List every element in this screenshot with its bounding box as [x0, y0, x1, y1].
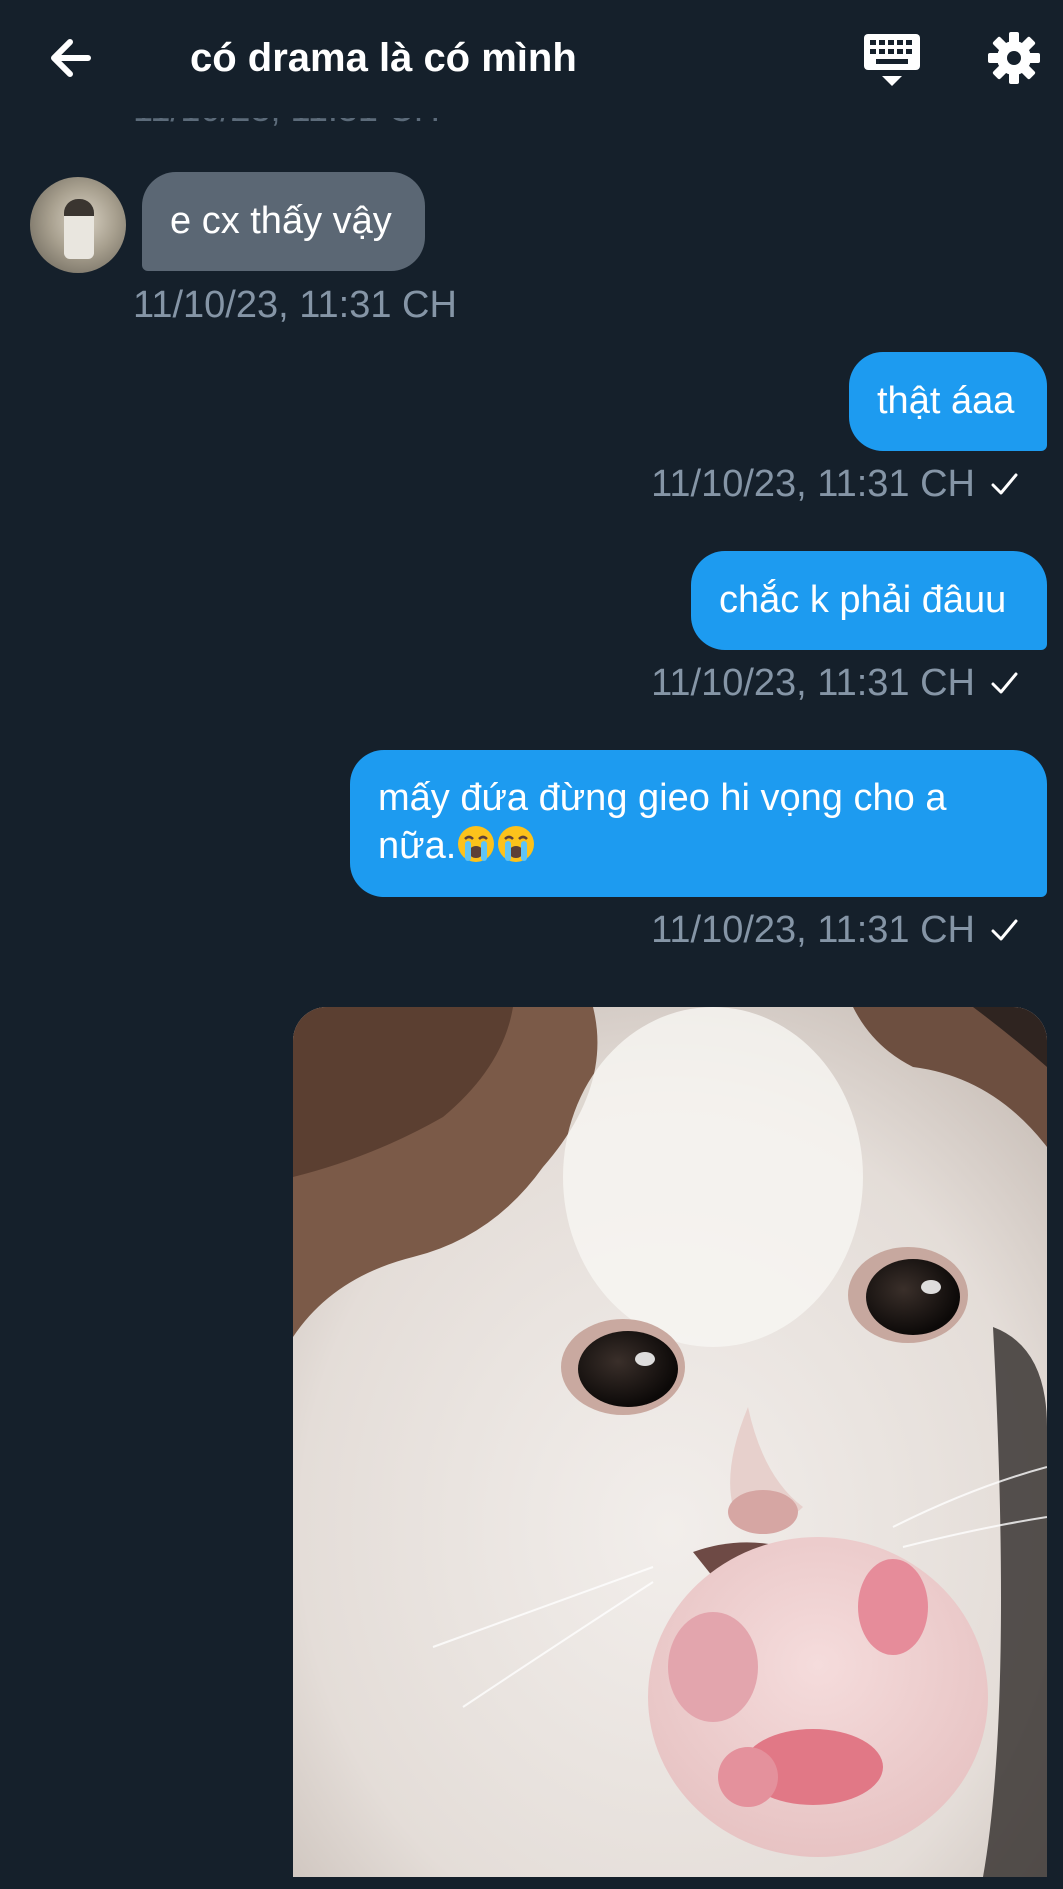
- checkmark-icon: [991, 473, 1018, 495]
- message-text-line: nữa.: [378, 822, 1019, 870]
- message-timestamp: 11/10/23, 11:31 CH: [651, 662, 975, 704]
- gear-icon: [988, 32, 1040, 84]
- keyboard-button[interactable]: [860, 30, 924, 90]
- settings-button[interactable]: [986, 30, 1042, 86]
- loudly-crying-face-icon: [458, 826, 495, 862]
- checkmark-icon: [991, 919, 1018, 941]
- conversation-title: có drama là có mình: [190, 36, 577, 80]
- keyboard-icon: [864, 34, 920, 86]
- outgoing-message-bubble[interactable]: chắc k phải đâuu: [691, 551, 1047, 650]
- message-text: e cx thấy vậy: [170, 200, 392, 242]
- loudly-crying-face-icon: [498, 826, 535, 862]
- message-meta: 11/10/23, 11:31 CH: [651, 462, 1019, 506]
- outgoing-message-bubble[interactable]: mấy đứa đừng gieo hi vọng cho a nữa.: [350, 750, 1047, 897]
- outgoing-message-bubble[interactable]: thật áaa: [849, 352, 1047, 451]
- incoming-message-bubble[interactable]: e cx thấy vậy: [142, 172, 425, 271]
- message-meta: 11/10/23, 11:31 CH: [651, 908, 1019, 952]
- message-timestamp: 11/10/23, 11:31 CH: [651, 909, 975, 951]
- message-timestamp: 11/10/23, 11:31 CH: [651, 463, 975, 505]
- checkmark-icon: [991, 672, 1018, 694]
- crying-cat-meme: [293, 1007, 1047, 1877]
- message-text: chắc k phải đâuu: [719, 579, 1007, 621]
- message-text-line: mấy đứa đừng gieo hi vọng cho a: [378, 777, 947, 819]
- image-message[interactable]: [293, 1007, 1047, 1877]
- message-timestamp: 11/10/23, 11:31 CH: [133, 284, 457, 326]
- avatar[interactable]: [30, 177, 126, 273]
- message-meta: 11/10/23, 11:31 CH: [651, 661, 1019, 705]
- back-button[interactable]: [40, 30, 104, 86]
- chat-header: có drama là có mình: [0, 0, 1063, 118]
- message-text: thật áaa: [877, 380, 1015, 422]
- arrow-left-icon: [51, 39, 91, 77]
- avatar-photo: [64, 199, 94, 259]
